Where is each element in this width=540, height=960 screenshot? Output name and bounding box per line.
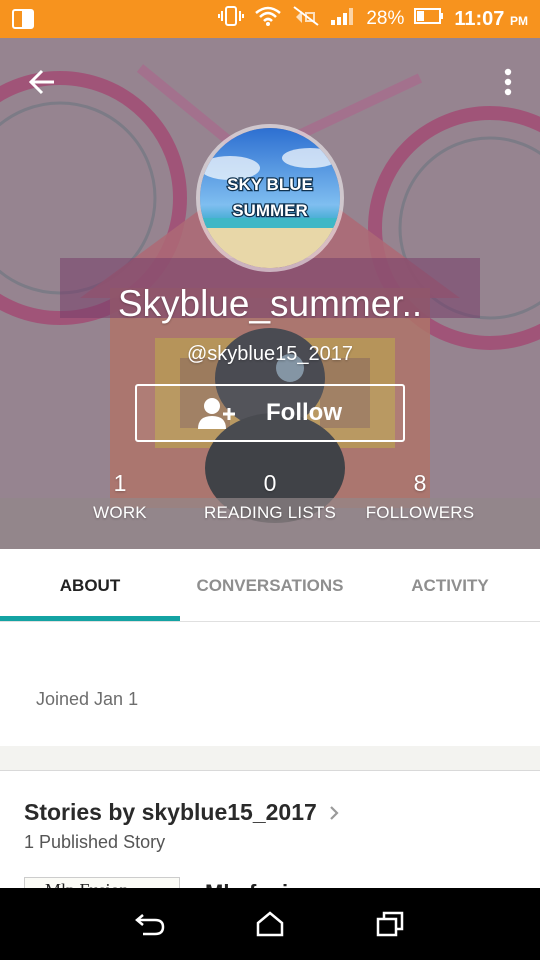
story-cover[interactable]: Mlp Fusion <box>24 877 180 888</box>
wifi-icon <box>254 5 282 33</box>
stories-count: 1 Published Story <box>24 832 166 852</box>
active-tab-indicator <box>0 616 180 621</box>
display-name: Skyblue_summer.. <box>117 283 423 324</box>
battery-percent: 28% <box>366 8 405 29</box>
story-title[interactable]: Mlp fusion <box>205 880 315 888</box>
avatar-text-line2: SUMMER <box>232 201 308 220</box>
signal-icon <box>330 6 356 32</box>
vibrate-icon <box>218 6 245 32</box>
battery-icon <box>414 8 444 30</box>
about-section: Joined Jan 1 <box>0 622 540 746</box>
nav-recents-icon <box>376 911 404 937</box>
stat-value: 8 <box>413 470 427 496</box>
more-vert-icon <box>504 68 512 96</box>
more-options-button[interactable] <box>498 64 518 100</box>
stories-section: Stories by skyblue15_2017 1 Published St… <box>0 771 540 888</box>
status-bar: 28% 11:07 PM <box>0 0 540 38</box>
follow-label: Follow <box>266 399 342 426</box>
nav-back-icon <box>135 914 165 936</box>
stories-header-link[interactable]: Stories by skyblue15_2017 <box>24 799 339 826</box>
profile-tabs: ABOUT CONVERSATIONS ACTIVITY <box>0 549 540 622</box>
username: @skyblue15_2017 <box>187 343 353 365</box>
profile-header: SKY BLUE SUMMER Skyblue_summer.. @skyblu… <box>0 38 540 549</box>
stat-label: FOLLOWERS <box>365 503 475 522</box>
follow-button[interactable]: Follow <box>135 384 405 442</box>
avatar-text-line1: SKY BLUE <box>227 175 313 194</box>
stat-followers[interactable]: 8 FOLLOWERS <box>330 470 510 523</box>
section-divider <box>0 746 540 771</box>
add-person-icon <box>198 395 238 431</box>
nav-recents-button[interactable] <box>370 904 410 944</box>
dual-window-icon <box>12 7 42 31</box>
tab-conversations[interactable]: CONVERSATIONS <box>180 549 360 622</box>
stories-title: Stories by skyblue15_2017 <box>24 799 317 825</box>
status-time: 11:07 PM <box>454 7 528 30</box>
system-nav-bar <box>0 888 540 960</box>
chevron-right-icon <box>330 805 339 820</box>
nav-home-icon <box>256 911 284 937</box>
joined-date: Joined Jan 1 <box>36 689 139 709</box>
avatar[interactable]: SKY BLUE SUMMER <box>196 124 344 272</box>
nav-home-button[interactable] <box>250 904 290 944</box>
nav-back-button[interactable] <box>130 904 170 944</box>
tab-activity[interactable]: ACTIVITY <box>360 549 540 622</box>
back-button[interactable] <box>24 64 60 100</box>
tab-about[interactable]: ABOUT <box>0 549 180 622</box>
arrow-left-icon <box>28 69 54 95</box>
story-cover-text: Mlp Fusion <box>45 880 129 888</box>
no-data-icon <box>292 5 320 33</box>
